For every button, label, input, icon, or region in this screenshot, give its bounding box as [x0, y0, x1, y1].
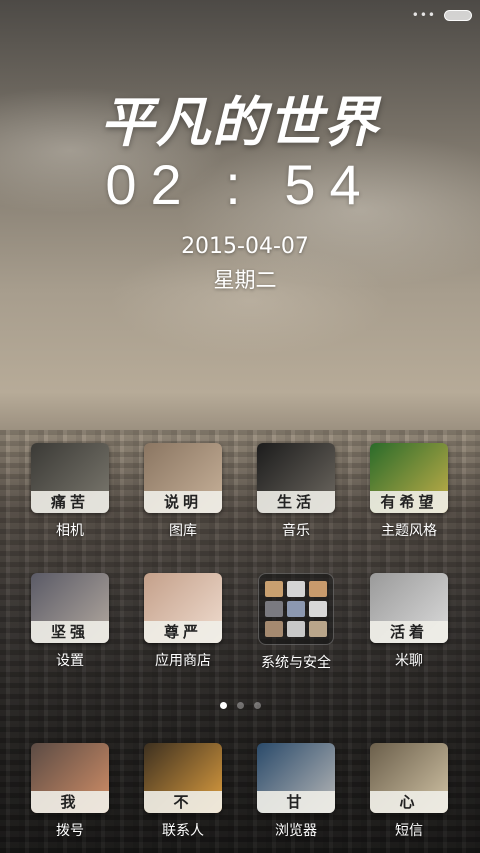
icon-caption: 活着 [370, 621, 448, 643]
icon-caption: 我 [31, 791, 109, 813]
icon-caption: 尊严 [144, 621, 222, 643]
page-dot[interactable] [219, 702, 227, 709]
folder-system-security[interactable]: 系统与安全 [248, 573, 344, 672]
app-label: 图库 [169, 523, 197, 539]
app-label: 联系人 [162, 823, 204, 839]
date: 2015-04-07 [181, 234, 309, 259]
icon-caption: 生活 [257, 491, 335, 513]
folder-mini-icon [309, 581, 327, 597]
folder-mini-icon [287, 601, 305, 617]
page-dot[interactable] [236, 702, 244, 709]
app-icon: 心 [370, 743, 448, 813]
app-label: 系统与安全 [261, 655, 331, 671]
folder-mini-icon [287, 621, 305, 637]
app-icon: 我 [31, 743, 109, 813]
app-themes[interactable]: 有希望 主题风格 [361, 443, 457, 540]
app-icon: 痛苦 [31, 443, 109, 513]
app-label: 主题风格 [381, 523, 437, 539]
app-messages[interactable]: 心 短信 [361, 743, 457, 840]
icon-caption: 甘 [257, 791, 335, 813]
app-icon: 甘 [257, 743, 335, 813]
icon-caption: 不 [144, 791, 222, 813]
app-label: 相机 [56, 523, 84, 539]
app-music[interactable]: 生活 音乐 [248, 443, 344, 540]
app-icon: 尊严 [144, 573, 222, 643]
app-icon: 有希望 [370, 443, 448, 513]
folder-mini-icon [265, 621, 283, 637]
clock: 02 : 54 [105, 153, 375, 216]
app-camera[interactable]: 痛苦 相机 [22, 443, 118, 540]
app-label: 浏览器 [275, 823, 317, 839]
icon-caption: 痛苦 [31, 491, 109, 513]
icon-caption: 有希望 [370, 491, 448, 513]
icon-caption: 心 [370, 791, 448, 813]
app-label: 短信 [395, 823, 423, 839]
weekday: 星期二 [213, 268, 277, 292]
status-bar: ••• [412, 8, 472, 22]
lockscreen-title: 平凡的世界 [100, 90, 380, 154]
folder-mini-icon [265, 581, 283, 597]
app-dialer[interactable]: 我 拨号 [22, 743, 118, 840]
battery-icon [444, 9, 472, 21]
signal-indicator: ••• [411, 8, 436, 22]
page-dot[interactable] [253, 702, 261, 709]
folder-mini-icon [287, 581, 305, 597]
app-store[interactable]: 尊严 应用商店 [135, 573, 231, 670]
icon-caption: 坚强 [31, 621, 109, 643]
folder-mini-icon [309, 621, 327, 637]
icon-caption: 说明 [144, 491, 222, 513]
app-label: 音乐 [282, 523, 310, 539]
page-indicator[interactable] [0, 702, 480, 709]
folder-icon [258, 573, 334, 645]
app-icon: 生活 [257, 443, 335, 513]
app-contacts[interactable]: 不 联系人 [135, 743, 231, 840]
app-browser[interactable]: 甘 浏览器 [248, 743, 344, 840]
app-label: 应用商店 [155, 653, 211, 669]
app-miliao[interactable]: 活着 米聊 [361, 573, 457, 670]
app-gallery[interactable]: 说明 图库 [135, 443, 231, 540]
folder-mini-icon [265, 601, 283, 617]
app-icon: 说明 [144, 443, 222, 513]
app-icon: 不 [144, 743, 222, 813]
folder-mini-icon [309, 601, 327, 617]
app-settings[interactable]: 坚强 设置 [22, 573, 118, 670]
app-icon: 坚强 [31, 573, 109, 643]
app-label: 拨号 [56, 823, 84, 839]
app-label: 米聊 [395, 653, 423, 669]
app-icon: 活着 [370, 573, 448, 643]
app-label: 设置 [56, 653, 84, 669]
